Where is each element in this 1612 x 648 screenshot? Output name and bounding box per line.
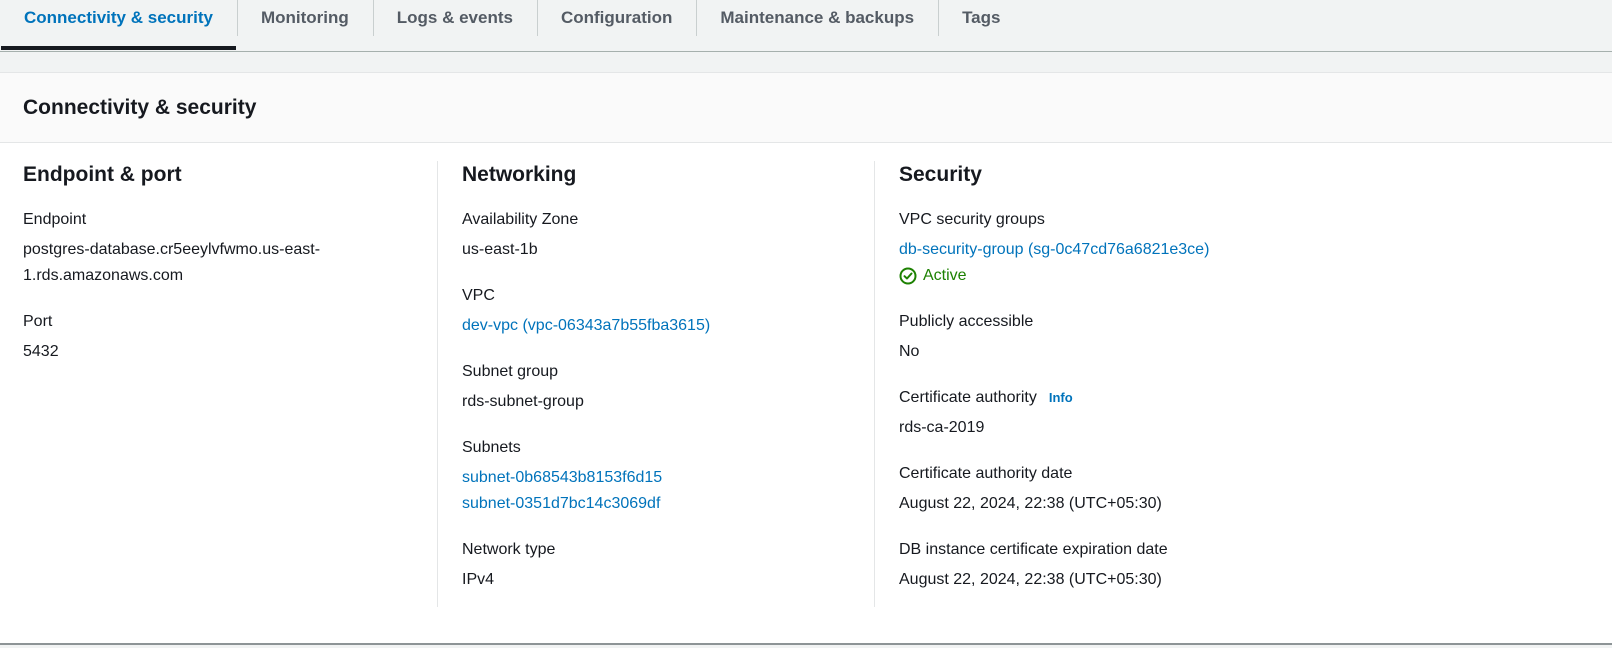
network-type-field: Network type IPv4 bbox=[462, 539, 874, 593]
tab-monitoring[interactable]: Monitoring bbox=[236, 0, 373, 36]
columns: Endpoint & port Endpoint postgres-databa… bbox=[0, 143, 1612, 607]
subnets-field: Subnets subnet-0b68543b8153f6d15 subnet-… bbox=[462, 437, 874, 517]
security-groups-label: VPC security groups bbox=[899, 211, 1045, 228]
section-title: Connectivity & security bbox=[23, 95, 257, 119]
certificate-expiration-field: DB instance certificate expiration date … bbox=[899, 539, 1474, 593]
security-groups-field: VPC security groups db-security-group (s… bbox=[899, 209, 1474, 289]
endpoint-value: postgres-database.cr5eeylvfwmo.us-east- … bbox=[23, 237, 437, 289]
tab-connectivity-security[interactable]: Connectivity & security bbox=[0, 0, 237, 50]
subnet-group-label: Subnet group bbox=[462, 363, 559, 380]
endpoint-value-line1: postgres-database.cr5eeylvfwmo.us-east- bbox=[23, 241, 321, 258]
port-value: 5432 bbox=[23, 343, 59, 360]
availability-zone-field: Availability Zone us-east-1b bbox=[462, 209, 874, 263]
endpoint-label: Endpoint bbox=[23, 211, 87, 228]
subnets-list: subnet-0b68543b8153f6d15 subnet-0351d7bc… bbox=[462, 465, 874, 517]
endpoint-value-line2: 1.rds.amazonaws.com bbox=[23, 267, 184, 284]
network-type-label: Network type bbox=[462, 541, 556, 558]
endpoint-port-column: Endpoint & port Endpoint postgres-databa… bbox=[0, 161, 437, 607]
vpc-label: VPC bbox=[462, 287, 495, 304]
publicly-accessible-value: No bbox=[899, 343, 920, 360]
security-column: Security VPC security groups db-security… bbox=[874, 161, 1474, 607]
subnet-group-value: rds-subnet-group bbox=[462, 393, 584, 410]
info-link[interactable]: Info bbox=[1049, 387, 1073, 409]
certificate-expiration-value: August 22, 2024, 22:38 (UTC+05:30) bbox=[899, 571, 1162, 588]
security-group-status: Active bbox=[899, 263, 1474, 289]
endpoint-port-title: Endpoint & port bbox=[23, 163, 182, 186]
tab-maintenance-backups[interactable]: Maintenance & backups bbox=[696, 0, 938, 36]
port-label: Port bbox=[23, 313, 53, 330]
certificate-authority-date-field: Certificate authority date August 22, 20… bbox=[899, 463, 1474, 517]
certificate-expiration-label: DB instance certificate expiration date bbox=[899, 541, 1168, 558]
networking-column: Networking Availability Zone us-east-1b … bbox=[437, 161, 874, 607]
certificate-authority-date-value: August 22, 2024, 22:38 (UTC+05:30) bbox=[899, 495, 1162, 512]
availability-zone-value: us-east-1b bbox=[462, 241, 538, 258]
certificate-authority-value: rds-ca-2019 bbox=[899, 419, 985, 436]
certificate-authority-field: Certificate authority Info rds-ca-2019 bbox=[899, 387, 1474, 441]
networking-title: Networking bbox=[462, 163, 577, 186]
endpoint-field: Endpoint postgres-database.cr5eeylvfwmo.… bbox=[23, 209, 437, 289]
vpc-link[interactable]: dev-vpc (vpc-06343a7b55fba3615) bbox=[462, 313, 874, 339]
port-field: Port 5432 bbox=[23, 311, 437, 365]
subnet-link[interactable]: subnet-0351d7bc14c3069df bbox=[462, 491, 874, 517]
subnets-label: Subnets bbox=[462, 439, 521, 456]
subnet-group-field: Subnet group rds-subnet-group bbox=[462, 361, 874, 415]
subnet-link[interactable]: subnet-0b68543b8153f6d15 bbox=[462, 465, 874, 491]
tab-tags[interactable]: Tags bbox=[938, 0, 1024, 36]
certificate-authority-date-label: Certificate authority date bbox=[899, 465, 1073, 482]
tab-bar: Connectivity & security Monitoring Logs … bbox=[0, 0, 1612, 52]
availability-zone-label: Availability Zone bbox=[462, 211, 579, 228]
security-title: Security bbox=[899, 163, 982, 186]
connectivity-security-container: Connectivity & security Endpoint & port … bbox=[0, 72, 1612, 645]
check-circle-icon bbox=[899, 267, 917, 285]
publicly-accessible-label: Publicly accessible bbox=[899, 313, 1034, 330]
network-type-value: IPv4 bbox=[462, 571, 495, 588]
security-group-link[interactable]: db-security-group (sg-0c47cd76a6821e3ce) bbox=[899, 237, 1474, 263]
container-header: Connectivity & security bbox=[0, 73, 1612, 143]
publicly-accessible-field: Publicly accessible No bbox=[899, 311, 1474, 365]
vpc-field: VPC dev-vpc (vpc-06343a7b55fba3615) bbox=[462, 285, 874, 339]
certificate-authority-label: Certificate authority bbox=[899, 389, 1037, 406]
status-label: Active bbox=[923, 267, 967, 284]
tab-logs-events[interactable]: Logs & events bbox=[372, 0, 537, 36]
tab-configuration[interactable]: Configuration bbox=[536, 0, 696, 36]
